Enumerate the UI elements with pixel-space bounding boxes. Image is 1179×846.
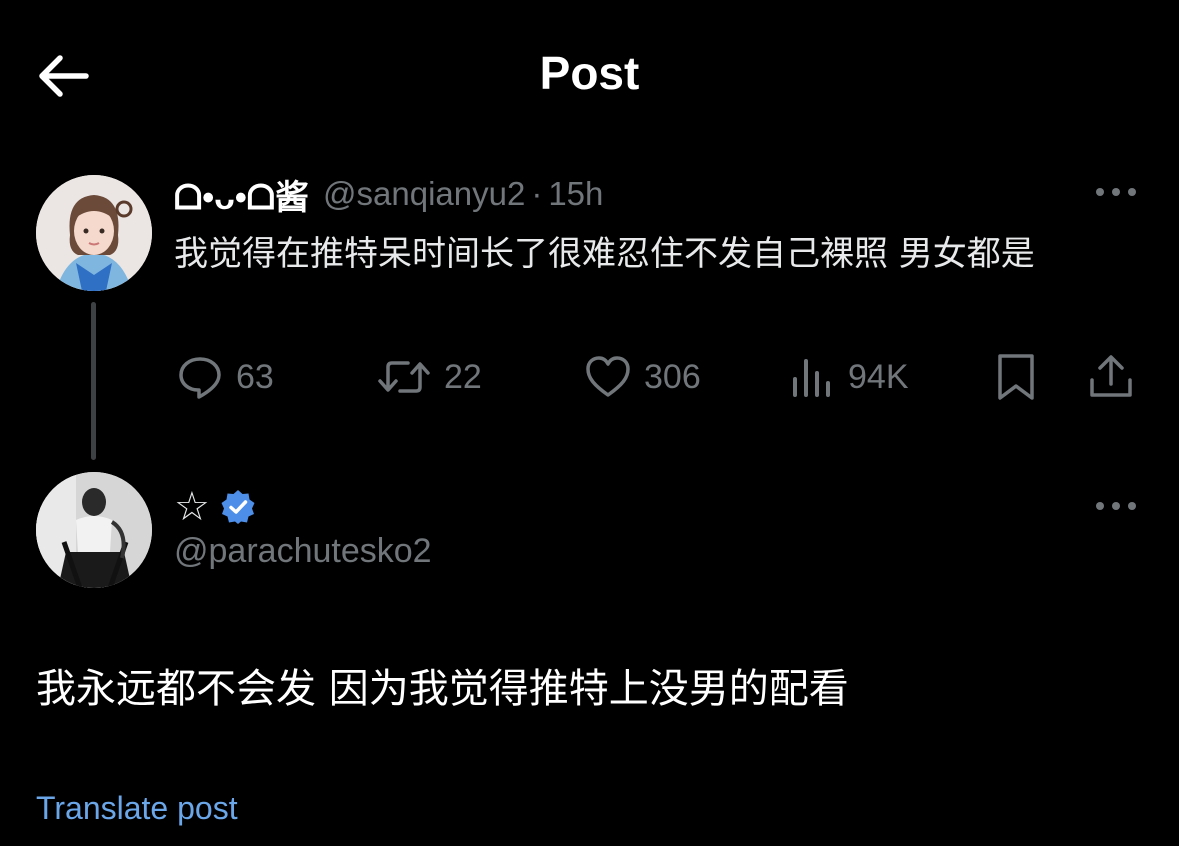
bookmark-icon <box>998 354 1034 400</box>
heart-icon <box>586 356 630 397</box>
header-bar: Post <box>0 0 1179 150</box>
reply-icon <box>179 357 221 399</box>
repost-button[interactable]: 22 <box>376 352 482 402</box>
display-name[interactable]: ᗝ•ᴗ•ᗝ酱 <box>174 170 309 219</box>
views-count: 94K <box>848 357 909 396</box>
separator-dot: · <box>531 175 543 212</box>
original-post-text: 我觉得在推特呆时间长了很难忍住不发自己裸照 男女都是 <box>174 234 1035 274</box>
post-time[interactable]: 15h <box>548 175 603 213</box>
thread-connector-line <box>91 302 96 460</box>
views-button[interactable]: 94K <box>790 352 909 402</box>
more-options-button[interactable] <box>1094 182 1138 202</box>
user-handle[interactable]: @sanqianyu2 <box>323 175 525 213</box>
share-upload-icon <box>1090 355 1132 397</box>
bookmark-button[interactable] <box>994 352 1038 402</box>
repost-count: 22 <box>444 357 482 396</box>
like-button[interactable]: 306 <box>584 352 701 402</box>
like-count: 306 <box>644 357 701 396</box>
repost-icon <box>378 361 430 393</box>
more-horizontal-icon <box>1096 502 1136 510</box>
reply-count: 63 <box>236 357 274 396</box>
reply-button[interactable]: 63 <box>176 352 274 402</box>
share-button[interactable] <box>1086 352 1136 402</box>
more-options-button[interactable] <box>1094 496 1138 516</box>
user-photo-icon <box>36 472 152 588</box>
reply-post-text: 我永远都不会发 因为我觉得推特上没男的配看 <box>36 666 849 712</box>
avatar-parachutesko2[interactable] <box>36 472 152 588</box>
more-horizontal-icon <box>1096 188 1136 196</box>
page-title: Post <box>539 47 640 99</box>
reply-author-name-row: ☆ <box>174 484 256 530</box>
user-photo-icon <box>36 175 152 291</box>
translate-post-link[interactable]: Translate post <box>36 790 238 827</box>
original-post-header: ᗝ•ᴗ•ᗝ酱 @sanqianyu2 · 15h <box>174 170 603 219</box>
verified-badge-icon[interactable] <box>220 489 256 525</box>
user-handle[interactable]: @parachutesko2 <box>174 532 432 571</box>
display-name[interactable]: ☆ <box>174 484 210 530</box>
views-chart-icon <box>793 359 830 397</box>
avatar-sanqianyu2[interactable] <box>36 175 152 291</box>
